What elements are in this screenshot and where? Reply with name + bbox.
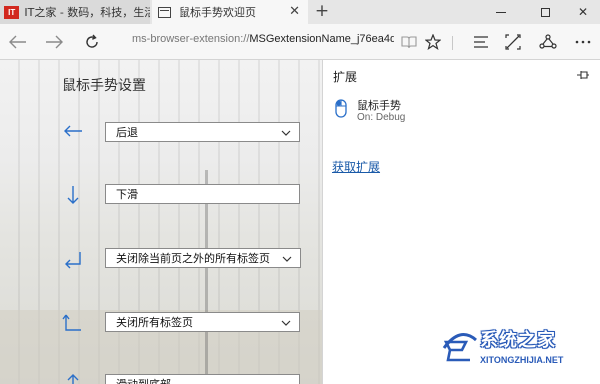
minimize-button[interactable] xyxy=(484,0,518,24)
tab-mouse-gesture-welcome[interactable]: 鼠标手势欢迎页 ✕ xyxy=(152,0,308,24)
page-title: 鼠标手势设置 xyxy=(62,78,146,94)
up-right-arrow-icon xyxy=(62,314,81,331)
page-content: 鼠标手势设置 后退 下滑 关闭除当前页之外的所有标签页 关闭所有标签页 滑动到底… xyxy=(0,60,322,384)
gesture-action-select-close-all[interactable]: 关闭所有标签页 xyxy=(105,312,300,332)
new-tab-button[interactable]: + xyxy=(313,1,331,21)
gesture-action-select-close-others[interactable]: 关闭除当前页之外的所有标签页 xyxy=(105,248,301,268)
address-bar[interactable]: ms-browser-extension://MSGextensionName_… xyxy=(132,33,394,51)
gesture-action-select-scroll-down[interactable]: 下滑 xyxy=(105,184,300,204)
address-scheme: ms-browser-extension:// xyxy=(132,33,250,45)
watermark-title: 系统之家 xyxy=(480,330,556,351)
xitongzhijia-logo-icon xyxy=(442,333,477,362)
get-extensions-link[interactable]: 获取扩展 xyxy=(332,158,380,175)
refresh-icon xyxy=(86,34,98,48)
select-value: 后退 xyxy=(116,126,138,139)
page-favicon-icon xyxy=(158,6,171,18)
watermark: 系统之家 XITONGZHIJIA.NET xyxy=(440,322,596,380)
reading-view-icon xyxy=(401,36,417,49)
down-left-arrow-icon xyxy=(65,252,81,269)
navigation-bar: ms-browser-extension://MSGextensionName_… xyxy=(0,24,600,60)
select-value: 滑动到底部 xyxy=(116,376,171,384)
hub-icon xyxy=(474,36,488,48)
share-button[interactable] xyxy=(536,30,560,54)
back-arrow-icon xyxy=(9,35,26,49)
chevron-down-icon xyxy=(281,320,291,326)
extension-name: 鼠标手势 xyxy=(357,99,401,112)
address-path: MSGextensionName_j76ea4dfmytt xyxy=(249,33,394,45)
hub-button[interactable] xyxy=(469,30,493,54)
down-arrow-icon xyxy=(67,186,79,204)
mouse-icon xyxy=(335,99,347,118)
forward-button[interactable] xyxy=(42,30,66,54)
refresh-button[interactable] xyxy=(80,30,104,54)
pane-title: 扩展 xyxy=(333,70,358,84)
tab-strip: IT IT之家 - 数码，科技，生活 鼠标手势欢迎页 ✕ + ✕ xyxy=(0,0,600,24)
tab-title: IT之家 - 数码，科技，生活 xyxy=(24,6,150,19)
select-value: 关闭除当前页之外的所有标签页 xyxy=(116,252,270,265)
gesture-action-select-scroll-bottom[interactable]: 滑动到底部 xyxy=(105,374,300,384)
select-value: 关闭所有标签页 xyxy=(116,316,193,329)
close-window-button[interactable]: ✕ xyxy=(566,0,600,24)
tab-ithome[interactable]: IT IT之家 - 数码，科技，生活 xyxy=(0,0,150,24)
chevron-down-icon xyxy=(282,256,292,262)
pin-icon[interactable] xyxy=(576,69,590,81)
back-button[interactable] xyxy=(6,30,30,54)
minimize-icon xyxy=(496,11,506,13)
share-icon xyxy=(539,34,557,49)
web-note-icon xyxy=(505,34,521,50)
maximize-button[interactable] xyxy=(528,0,562,24)
watermark-url: XITONGZHIJIA.NET xyxy=(480,355,564,365)
maximize-icon xyxy=(540,7,550,17)
left-arrow-icon xyxy=(64,125,82,137)
favorite-button[interactable] xyxy=(421,30,445,54)
chevron-down-icon xyxy=(281,130,291,136)
more-icon xyxy=(575,40,591,44)
reading-view-button[interactable] xyxy=(397,30,421,54)
select-value: 下滑 xyxy=(116,188,138,201)
tab-title: 鼠标手势欢迎页 xyxy=(179,6,256,19)
more-button[interactable] xyxy=(571,30,595,54)
extension-status: On: Debug xyxy=(357,112,406,123)
tab-close-icon[interactable]: ✕ xyxy=(289,4,300,19)
toolbar-divider xyxy=(452,36,453,50)
extension-item[interactable]: 鼠标手势 On: Debug xyxy=(333,96,593,126)
up-arrow-icon xyxy=(67,374,79,384)
ithome-favicon-icon: IT xyxy=(4,5,20,19)
forward-arrow-icon xyxy=(46,35,63,49)
star-icon xyxy=(425,34,441,50)
web-note-button[interactable] xyxy=(501,30,525,54)
gesture-action-select-back[interactable]: 后退 xyxy=(105,122,300,142)
